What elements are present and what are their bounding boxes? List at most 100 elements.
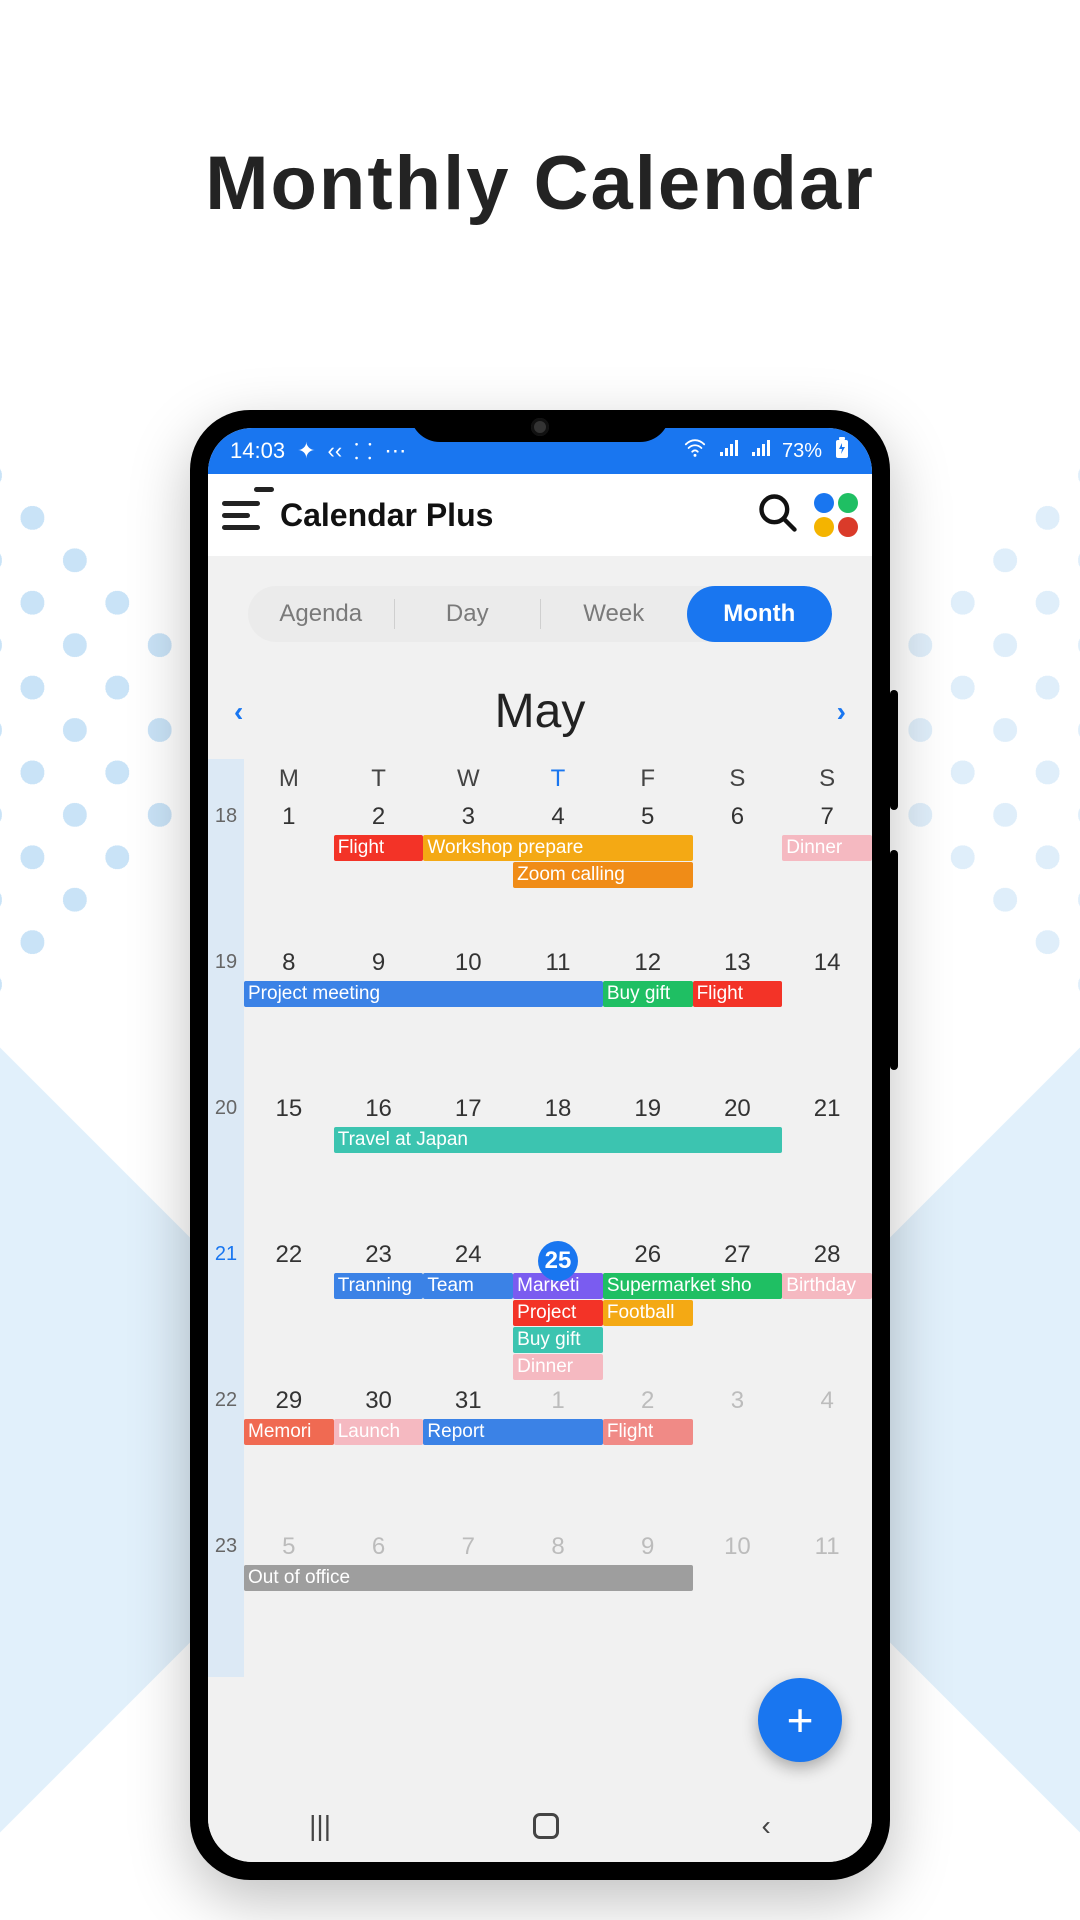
calendar-week: 23567891011Out of office [244, 1531, 872, 1677]
days-row: 15161718192021 [244, 1093, 872, 1123]
day-cell[interactable]: 6 [334, 1533, 424, 1561]
back-button[interactable]: ‹ [762, 1810, 771, 1842]
calendar-week: 2122232425262728TranningTeamMarketiSuper… [244, 1239, 872, 1385]
day-cell[interactable]: 29 [244, 1387, 334, 1415]
phone-side-button-2 [890, 850, 898, 1070]
dow-label: W [423, 765, 513, 793]
day-cell[interactable]: 20 [693, 1095, 783, 1123]
activity-icon: ✦ [297, 438, 315, 464]
tab-agenda[interactable]: Agenda [248, 586, 394, 642]
event-chip[interactable]: Dinner [782, 835, 872, 861]
day-cell[interactable]: 10 [423, 949, 513, 977]
day-cell[interactable]: 7 [782, 803, 872, 831]
day-cell[interactable]: 24 [423, 1241, 513, 1281]
event-chip[interactable]: Launch [334, 1419, 424, 1445]
day-cell[interactable]: 27 [693, 1241, 783, 1281]
day-cell[interactable]: 3 [423, 803, 513, 831]
event-chip[interactable]: Zoom calling [513, 862, 692, 888]
dow-label: T [334, 765, 424, 793]
day-cell[interactable]: 11 [513, 949, 603, 977]
day-cell[interactable]: 22 [244, 1241, 334, 1281]
calendar-week: 19891011121314Project meetingBuy giftFli… [244, 947, 872, 1093]
view-switch: Agenda Day Week Month [248, 586, 832, 642]
day-cell[interactable]: 25 [513, 1241, 603, 1281]
day-cell[interactable]: 9 [334, 949, 424, 977]
apps-icon[interactable] [814, 493, 858, 537]
app-title: Calendar Plus [280, 497, 493, 534]
day-cell[interactable]: 2 [603, 1387, 693, 1415]
event-chip[interactable]: Football [603, 1300, 693, 1326]
day-cell[interactable]: 11 [782, 1533, 872, 1561]
battery-percent: 73% [782, 440, 822, 463]
event-chip[interactable]: Out of office [244, 1565, 693, 1591]
menu-icon[interactable] [222, 493, 266, 537]
calendar-week: 181234567FlightWorkshop prepareZoom call… [244, 801, 872, 947]
tab-month[interactable]: Month [687, 586, 833, 642]
day-cell[interactable]: 10 [693, 1533, 783, 1561]
day-cell[interactable]: 30 [334, 1387, 424, 1415]
day-cell[interactable]: 4 [513, 803, 603, 831]
event-chip[interactable]: Travel at Japan [334, 1127, 783, 1153]
search-icon[interactable] [756, 491, 800, 540]
event-chip[interactable]: Workshop prepare [423, 835, 692, 861]
day-cell[interactable]: 7 [423, 1533, 513, 1561]
calendar-week: 222930311234MemoriLaunchReportFlight [244, 1385, 872, 1531]
activity-icon-2: ‹‹ [328, 438, 343, 464]
day-cell[interactable]: 12 [603, 949, 693, 977]
event-chip[interactable]: Report [423, 1419, 602, 1445]
dow-label: F [603, 765, 693, 793]
day-cell[interactable]: 2 [334, 803, 424, 831]
event-chip[interactable]: Project meeting [244, 981, 603, 1007]
apps-dot-red [838, 517, 858, 537]
event-chip[interactable]: Flight [334, 835, 424, 861]
day-cell[interactable]: 8 [244, 949, 334, 977]
day-cell[interactable]: 9 [603, 1533, 693, 1561]
event-chip[interactable]: Buy gift [513, 1327, 603, 1353]
day-cell[interactable]: 18 [513, 1095, 603, 1123]
day-cell[interactable]: 1 [513, 1387, 603, 1415]
day-cell[interactable]: 13 [693, 949, 783, 977]
event-chip[interactable]: Dinner [513, 1354, 603, 1380]
day-cell[interactable]: 4 [782, 1387, 872, 1415]
event-chip[interactable]: Buy gift [603, 981, 693, 1007]
day-cell[interactable]: 26 [603, 1241, 693, 1281]
home-button[interactable] [533, 1813, 559, 1839]
prev-month-button[interactable]: ‹ [234, 696, 243, 728]
phone-frame: 14:03 ✦ ‹‹ ⸬ ⋯ 73% [190, 410, 890, 1880]
phone-camera [531, 418, 549, 436]
day-cell[interactable]: 5 [603, 803, 693, 831]
event-chip[interactable]: Project [513, 1300, 603, 1326]
tab-day[interactable]: Day [395, 586, 541, 642]
day-cell[interactable]: 16 [334, 1095, 424, 1123]
day-cell[interactable]: 5 [244, 1533, 334, 1561]
add-event-fab[interactable]: + [758, 1678, 842, 1762]
recents-button[interactable]: ||| [309, 1810, 331, 1842]
week-number: 22 [208, 1389, 244, 1412]
day-cell[interactable]: 3 [693, 1387, 783, 1415]
day-cell[interactable]: 17 [423, 1095, 513, 1123]
event-chip[interactable]: Flight [603, 1419, 693, 1445]
day-cell[interactable]: 1 [244, 803, 334, 831]
phone-side-button-1 [890, 690, 898, 810]
month-label[interactable]: May [495, 684, 586, 739]
day-cell[interactable]: 23 [334, 1241, 424, 1281]
event-chip[interactable]: Memori [244, 1419, 334, 1445]
tab-week[interactable]: Week [541, 586, 687, 642]
notification-dot [254, 487, 274, 492]
day-cell[interactable]: 21 [782, 1095, 872, 1123]
day-of-week-row: MTWTFSS [244, 759, 872, 801]
event-chip[interactable]: Flight [693, 981, 783, 1007]
day-cell[interactable]: 19 [603, 1095, 693, 1123]
day-cell[interactable]: 31 [423, 1387, 513, 1415]
day-cell[interactable]: 8 [513, 1533, 603, 1561]
day-cell[interactable]: 14 [782, 949, 872, 977]
dow-label: M [244, 765, 334, 793]
day-cell[interactable]: 6 [693, 803, 783, 831]
day-cell[interactable]: 28 [782, 1241, 872, 1281]
status-time: 14:03 [230, 438, 285, 464]
days-row: 22232425262728 [244, 1239, 872, 1281]
days-row: 891011121314 [244, 947, 872, 977]
days-row: 2930311234 [244, 1385, 872, 1415]
next-month-button[interactable]: › [837, 696, 846, 728]
day-cell[interactable]: 15 [244, 1095, 334, 1123]
